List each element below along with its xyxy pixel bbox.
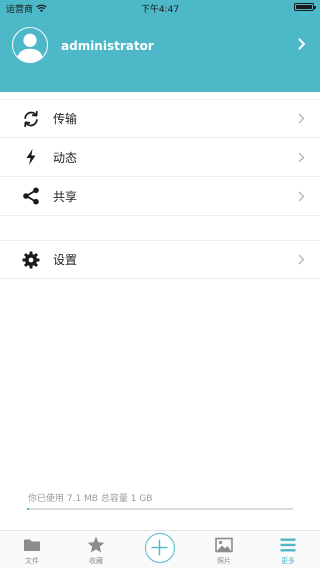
tab-files[interactable]: 文件 [0, 531, 64, 568]
status-time: 下午4:47 [140, 5, 180, 15]
profile-row[interactable]: administrator [0, 26, 320, 68]
tab-photos[interactable]: 照片 [192, 531, 256, 568]
storage-progress-bar [27, 508, 293, 510]
menu-icon [280, 538, 296, 552]
menu-item-label: 传输 [53, 112, 78, 126]
star-icon [87, 536, 105, 553]
gear-icon [22, 251, 40, 268]
menu-item-label: 设置 [53, 253, 78, 267]
storage-usage-text: 你已使用 7.1 MB 总容量 1 GB [28, 494, 153, 504]
tab-label: 更多 [281, 557, 295, 565]
menu-item-label: 共享 [53, 189, 78, 204]
lightning-icon [26, 149, 36, 165]
tab-favorites[interactable]: 收藏 [64, 531, 128, 568]
storage-progress-fill [27, 508, 30, 510]
user-avatar-icon [16, 33, 44, 62]
chevron-right-icon [298, 152, 305, 162]
tab-label: 照片 [217, 557, 231, 565]
chevron-right-icon [298, 38, 305, 50]
share-icon [23, 187, 39, 205]
plus-icon [151, 539, 168, 556]
menu-item-share[interactable]: 共享 [0, 177, 320, 216]
chevron-right-icon [298, 191, 305, 201]
tab-label: 收藏 [89, 557, 103, 565]
image-icon [215, 537, 233, 553]
battery-icon [294, 3, 316, 11]
menu-item-transfer[interactable]: 传输 [0, 99, 320, 138]
folder-icon [24, 539, 40, 551]
add-button[interactable] [145, 533, 175, 563]
sync-icon [24, 110, 38, 127]
chevron-right-icon [298, 254, 305, 265]
username: administrator [61, 39, 154, 53]
tab-more[interactable]: 更多 [256, 531, 320, 568]
menu-item-label: 动态 [53, 150, 78, 165]
menu-group-secondary: 设置 [0, 240, 320, 279]
avatar [12, 27, 48, 63]
chevron-right-icon [298, 113, 305, 124]
menu-item-settings[interactable]: 设置 [0, 240, 320, 279]
menu-group-primary: 传输 动态 共享 [0, 99, 320, 216]
tab-label: 文件 [25, 557, 39, 565]
profile-header: 运营商 下午4:47 administrator [0, 0, 320, 92]
status-bar: 运营商 下午4:47 [0, 0, 320, 15]
menu-item-activity[interactable]: 动态 [0, 138, 320, 177]
